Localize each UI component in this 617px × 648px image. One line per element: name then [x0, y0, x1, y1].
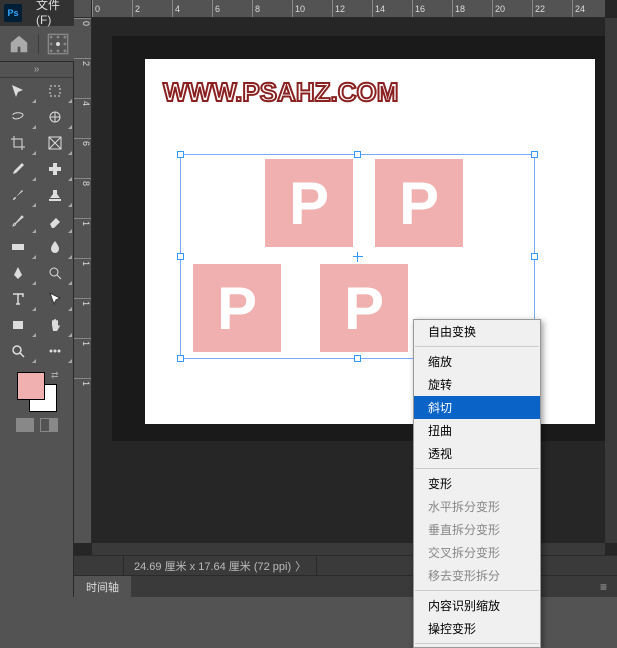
artboard-tool[interactable] — [37, 78, 74, 104]
context-menu-item[interactable]: 内容识别缩放 — [414, 594, 540, 617]
status-doc-info[interactable]: 24.69 厘米 x 17.64 厘米 (72 ppi) 〉 — [124, 556, 317, 575]
transform-center[interactable] — [353, 252, 363, 262]
toolbox-toggle[interactable]: » — [0, 62, 73, 78]
timeline-tab[interactable]: 时间轴 — [74, 576, 131, 598]
panel-menu-icon[interactable]: ≡ — [590, 580, 617, 594]
stamp-tool[interactable] — [37, 182, 74, 208]
transform-handle[interactable] — [354, 355, 361, 362]
blur-tool[interactable] — [37, 234, 74, 260]
context-menu-item[interactable]: 斜切 — [414, 396, 540, 419]
menu-separator — [415, 346, 539, 347]
edit-toolbar[interactable] — [37, 338, 74, 364]
watermark-text: WWW.PSAHZ.COM — [163, 77, 398, 108]
context-menu-item: 垂直拆分变形 — [414, 518, 540, 541]
menu-separator — [415, 468, 539, 469]
transform-context-menu: 自由变换缩放旋转斜切扭曲透视变形水平拆分变形垂直拆分变形交叉拆分变形移去变形拆分… — [413, 319, 541, 648]
context-menu-item[interactable]: 自由变换 — [414, 320, 540, 343]
menu-item[interactable]: 文件(F) — [30, 0, 77, 32]
move-tool[interactable] — [0, 78, 37, 104]
context-menu-item[interactable]: 透视 — [414, 442, 540, 465]
menu-separator — [415, 590, 539, 591]
color-swatches: ⇄ — [0, 364, 73, 440]
transform-handle[interactable] — [531, 253, 538, 260]
transform-handle[interactable] — [531, 151, 538, 158]
vertical-scrollbar[interactable] — [605, 18, 617, 543]
context-menu-item[interactable]: 变形 — [414, 472, 540, 495]
quick-select-tool[interactable] — [37, 104, 74, 130]
transform-handle[interactable] — [177, 355, 184, 362]
app-logo: Ps — [4, 4, 22, 22]
transform-handle[interactable] — [177, 253, 184, 260]
horizontal-ruler[interactable]: 024681012141618202224 — [92, 0, 605, 18]
rectangle-tool[interactable] — [0, 312, 37, 338]
transform-handle[interactable] — [354, 151, 361, 158]
context-menu-item[interactable]: 缩放 — [414, 350, 540, 373]
healing-tool[interactable] — [37, 156, 74, 182]
path-select-tool[interactable] — [37, 286, 74, 312]
history-brush-tool[interactable] — [0, 208, 37, 234]
eraser-tool[interactable] — [37, 208, 74, 234]
status-zoom[interactable] — [74, 556, 124, 575]
lasso-tool[interactable] — [0, 104, 37, 130]
transform-handle[interactable] — [177, 151, 184, 158]
context-menu-item: 移去变形拆分 — [414, 564, 540, 587]
quickmask-mode-icon[interactable] — [40, 418, 58, 432]
standard-mode-icon[interactable] — [16, 418, 34, 432]
menu-separator — [415, 643, 539, 644]
vertical-ruler[interactable]: 0246811111 — [74, 18, 92, 543]
type-tool[interactable] — [0, 286, 37, 312]
frame-tool[interactable] — [37, 130, 74, 156]
ruler-origin[interactable] — [74, 0, 92, 18]
toolbox: » ⇄ — [0, 62, 74, 597]
gradient-tool[interactable] — [0, 234, 37, 260]
context-menu-item: 水平拆分变形 — [414, 495, 540, 518]
pen-tool[interactable] — [0, 260, 37, 286]
context-menu-item[interactable]: 操控变形 — [414, 617, 540, 640]
context-menu-item[interactable]: 扭曲 — [414, 419, 540, 442]
dodge-tool[interactable] — [37, 260, 74, 286]
chevron-right-icon: 〉 — [295, 558, 306, 574]
eyedropper-tool[interactable] — [0, 156, 37, 182]
home-icon[interactable] — [8, 33, 30, 55]
swap-colors-icon[interactable]: ⇄ — [51, 370, 59, 381]
context-menu-item: 交叉拆分变形 — [414, 541, 540, 564]
hand-tool[interactable] — [37, 312, 74, 338]
reference-point-icon[interactable] — [47, 33, 69, 55]
zoom-tool[interactable] — [0, 338, 37, 364]
foreground-swatch[interactable] — [17, 372, 45, 400]
context-menu-item[interactable]: 旋转 — [414, 373, 540, 396]
brush-tool[interactable] — [0, 182, 37, 208]
crop-tool[interactable] — [0, 130, 37, 156]
